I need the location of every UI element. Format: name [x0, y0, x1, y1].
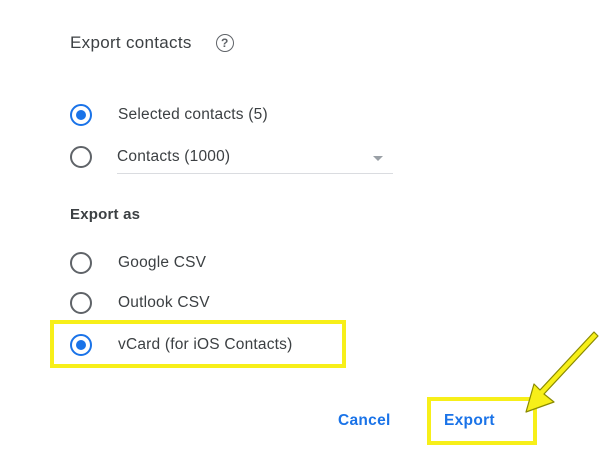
radio-button[interactable] — [70, 252, 92, 274]
export-contacts-dialog: Export contacts ? Selected contacts (5) … — [0, 0, 600, 453]
export-button[interactable]: Export — [438, 411, 501, 431]
chevron-down-icon — [373, 156, 383, 161]
radio-google-csv[interactable]: Google CSV — [70, 252, 206, 274]
radio-button-checked[interactable] — [70, 104, 92, 126]
dialog-header: Export contacts ? — [70, 33, 234, 53]
radio-label: Google CSV — [118, 254, 207, 271]
radio-label: Selected contacts (5) — [118, 106, 268, 123]
export-as-heading: Export as — [70, 206, 141, 223]
contacts-group-select[interactable]: Contacts (1000) — [117, 140, 393, 174]
radio-button[interactable] — [70, 292, 92, 314]
contacts-select-value: Contacts (1000) — [117, 147, 231, 165]
radio-label: vCard (for iOS Contacts) — [118, 336, 293, 353]
radio-outlook-csv[interactable]: Outlook CSV — [70, 292, 210, 314]
radio-button[interactable] — [70, 146, 92, 168]
radio-selected-contacts[interactable]: Selected contacts (5) — [70, 104, 268, 126]
radio-button-checked[interactable] — [70, 334, 92, 356]
radio-all-contacts[interactable] — [70, 146, 92, 168]
radio-label: Outlook CSV — [118, 294, 210, 311]
help-circle-icon[interactable]: ? — [215, 34, 234, 52]
cancel-button[interactable]: Cancel — [332, 411, 397, 431]
radio-vcard[interactable]: vCard (for iOS Contacts) — [70, 334, 292, 356]
dialog-title: Export contacts — [70, 33, 192, 52]
arrow-pointer-icon — [525, 331, 599, 413]
